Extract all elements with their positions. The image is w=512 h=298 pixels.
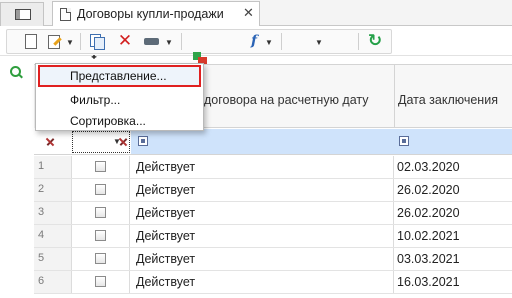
date-filter-checkbox[interactable] (399, 136, 409, 146)
date-cell: 26.02.2020 (397, 183, 460, 197)
status-cell: Действует (131, 156, 394, 178)
menu-item-view[interactable]: Представление... (70, 69, 167, 83)
toolbar-separator (80, 33, 81, 50)
toolbar-separator (358, 33, 359, 50)
menu-item-filter[interactable]: Фильтр... (70, 93, 120, 107)
checkbox-cell (72, 202, 130, 224)
checkbox-cell (72, 271, 130, 293)
row-number: 6 (34, 271, 72, 293)
row-number: 3 (34, 202, 72, 224)
row-number: 4 (34, 225, 72, 247)
row-number: 2 (34, 179, 72, 201)
checkbox-cell (72, 225, 130, 247)
date-cell: 10.02.2021 (397, 229, 460, 243)
table-row[interactable]: 4 Действует 10.02.2021 (34, 225, 512, 248)
new-document-icon (25, 34, 37, 49)
status-cell: Действует (131, 248, 394, 270)
refresh-button[interactable]: ↻ (366, 31, 384, 50)
checkbox-filter-combo[interactable]: ▼ (72, 131, 130, 153)
date-cell: 16.03.2021 (397, 275, 460, 289)
formula-icon: f (250, 33, 258, 49)
date-cell: 02.03.2020 (397, 160, 460, 174)
checkbox-cell (72, 156, 130, 178)
header-date[interactable]: Дата заключения (395, 65, 512, 128)
header-date-label: Дата заключения (398, 93, 498, 107)
document-icon (60, 8, 71, 21)
delete-icon: ✕ (117, 31, 133, 50)
status-cell: Действует (131, 179, 394, 201)
row-checkbox[interactable] (95, 230, 106, 241)
menu-item-sort[interactable]: Сортировка... (70, 114, 146, 128)
report-dropdown-arrow[interactable]: ▼ (315, 38, 323, 47)
table-row[interactable]: 6 Действует 16.03.2021 (34, 271, 512, 294)
table-row[interactable]: 2 Действует 26.02.2020 (34, 179, 512, 202)
row-number: 1 (34, 156, 72, 178)
table-row[interactable]: 1 Действует 02.03.2020 (34, 156, 512, 179)
formula-button[interactable]: f (245, 33, 263, 50)
row-checkbox[interactable] (95, 184, 106, 195)
status-filter-checkbox[interactable] (138, 136, 148, 146)
status-cell: Действует (131, 271, 394, 293)
search-icon[interactable] (10, 66, 22, 78)
row-checkbox[interactable] (95, 276, 106, 287)
print-button[interactable] (143, 33, 161, 51)
new-document-button[interactable] (22, 33, 40, 50)
row-checkbox[interactable] (95, 207, 106, 218)
left-strip (0, 56, 34, 298)
status-cell: Действует (131, 202, 394, 224)
clear-filter-icon[interactable] (117, 136, 129, 148)
edit-icon (48, 35, 60, 49)
toolbar-separator (181, 33, 182, 50)
edit-button[interactable] (46, 33, 64, 50)
header-status-label: договора на расчетную дату (204, 93, 369, 107)
tab-contracts[interactable]: Договоры купли-продажи ✕ (52, 1, 260, 27)
status-cell: Действует (131, 225, 394, 247)
print-dropdown-arrow[interactable]: ▼ (165, 38, 173, 47)
edit-dropdown-arrow[interactable]: ▼ (66, 38, 74, 47)
date-cell: 26.02.2020 (397, 206, 460, 220)
pin-icon[interactable] (44, 136, 56, 148)
tab-label: Договоры купли-продажи (77, 7, 224, 21)
refresh-icon: ↻ (367, 31, 383, 50)
delete-button[interactable]: ✕ (116, 31, 134, 50)
row-number: 5 (34, 248, 72, 270)
formula-dropdown-arrow[interactable]: ▼ (265, 38, 273, 47)
window-tab-button[interactable] (0, 2, 44, 26)
toolbar-separator (281, 33, 282, 50)
row-checkbox[interactable] (95, 253, 106, 264)
window-icon (15, 9, 31, 20)
date-cell: 03.03.2021 (397, 252, 460, 266)
copy-button[interactable] (89, 33, 107, 50)
row-checkbox[interactable] (95, 161, 106, 172)
table-row[interactable]: 3 Действует 26.02.2020 (34, 202, 512, 225)
close-icon[interactable]: ✕ (243, 5, 254, 21)
checkbox-cell (72, 248, 130, 270)
filter-row-highlight (131, 129, 512, 154)
copy-icon (89, 33, 105, 50)
table-row[interactable]: 5 Действует 03.03.2021 (34, 248, 512, 271)
checkbox-cell (72, 179, 130, 201)
